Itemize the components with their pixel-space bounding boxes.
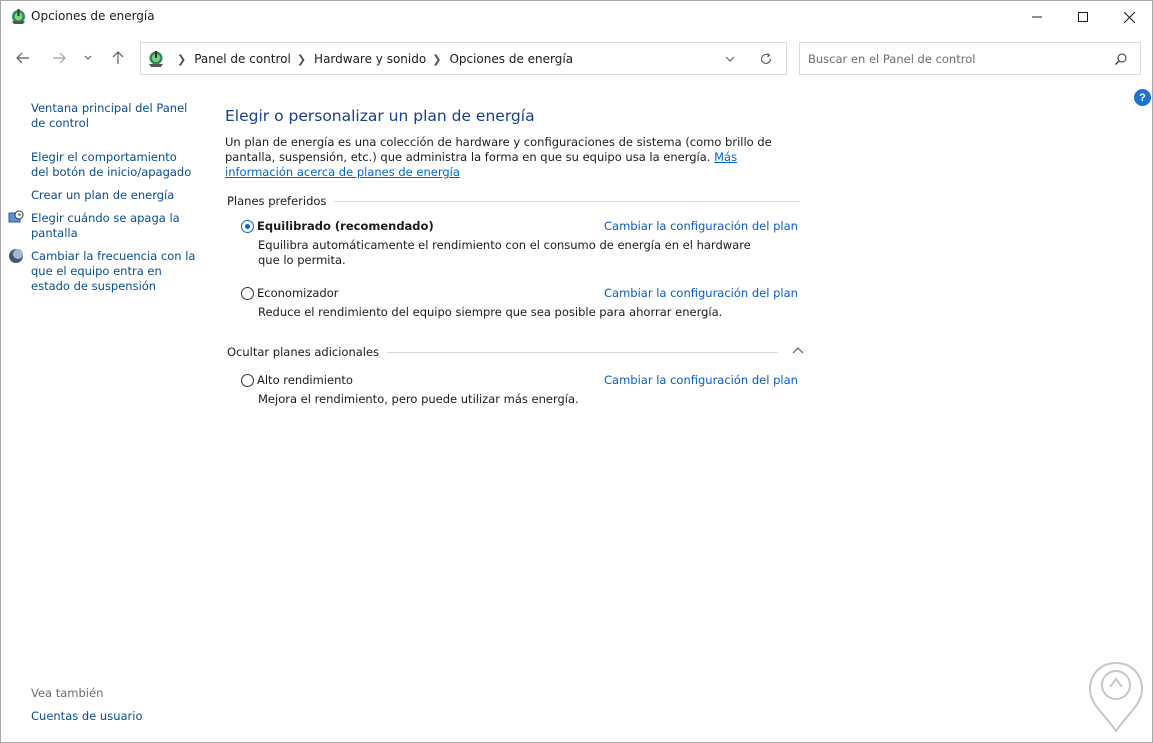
plan-power-saver-change-link[interactable]: Cambiar la configuración del plan	[604, 286, 798, 300]
display-clock-icon	[8, 210, 24, 223]
page-title: Elegir o personalizar un plan de energía	[225, 107, 535, 125]
sidebar: Ventana principal del Panel de control E…	[1, 97, 201, 737]
close-icon	[1123, 11, 1135, 23]
moon-icon	[9, 249, 23, 263]
arrow-left-icon	[16, 52, 29, 64]
watermark-logo	[1088, 661, 1144, 733]
plan-high-performance-radio[interactable]	[241, 374, 254, 387]
plan-high-performance-description: Mejora el rendimiento, pero puede utiliz…	[258, 392, 579, 406]
chevron-down-icon	[84, 55, 92, 60]
sidebar-link-control-panel-home[interactable]: Ventana principal del Panel de control	[31, 101, 196, 131]
plan-balanced-radio[interactable]	[241, 220, 254, 233]
up-button[interactable]	[107, 47, 129, 69]
breadcrumb-power-options[interactable]: Opciones de energía	[449, 52, 573, 66]
breadcrumb: ❯ Panel de control ❯ Hardware y sonido ❯…	[171, 52, 573, 66]
forward-button[interactable]	[48, 47, 70, 69]
plan-balanced-description: Equilibra automáticamente el rendimiento…	[258, 238, 751, 267]
back-button[interactable]	[12, 47, 34, 69]
plan-balanced-change-link[interactable]: Cambiar la configuración del plan	[604, 219, 798, 233]
divider	[334, 200, 800, 202]
breadcrumb-control-panel[interactable]: Panel de control	[194, 52, 291, 66]
arrow-right-icon	[53, 52, 66, 64]
preferred-plans-header: Planes preferidos	[227, 194, 800, 208]
search-input[interactable]	[808, 50, 1108, 68]
plan-power-saver-name[interactable]: Economizador	[257, 286, 339, 300]
refresh-icon[interactable]	[759, 52, 773, 66]
hidden-plans-label[interactable]: Ocultar planes adicionales	[227, 345, 379, 359]
help-icon[interactable]: ?	[1134, 89, 1151, 106]
title-bar: Opciones de energía	[1, 1, 1152, 33]
chevron-right-icon: ❯	[296, 52, 307, 66]
power-options-window: Opciones de energía ❯ Panel de control ❯…	[0, 0, 1153, 743]
maximize-icon	[1078, 12, 1088, 22]
arrow-up-icon	[112, 51, 124, 64]
plan-power-saver-description: Reduce el rendimiento del equipo siempre…	[258, 305, 723, 319]
intro-description: Un plan de energía es una colección de h…	[225, 135, 772, 164]
plan-power-saver-radio[interactable]	[241, 287, 254, 300]
chevron-right-icon: ❯	[177, 52, 187, 66]
minimize-icon	[1032, 16, 1042, 18]
power-options-app-icon	[12, 9, 25, 24]
hidden-plans-header[interactable]: Ocultar planes adicionales	[227, 345, 804, 359]
plan-balanced-name[interactable]: Equilibrado (recomendado)	[257, 219, 434, 233]
minimize-button[interactable]	[1014, 1, 1060, 33]
see-also-label: Vea también	[31, 686, 104, 700]
plan-high-performance-name[interactable]: Alto rendimiento	[257, 373, 353, 387]
recent-locations-button[interactable]	[79, 47, 97, 69]
sidebar-link-power-button[interactable]: Elegir el comportamiento del botón de in…	[31, 150, 196, 180]
maximize-button[interactable]	[1060, 1, 1106, 33]
control-panel-icon	[149, 51, 163, 67]
address-bar[interactable]: ❯ Panel de control ❯ Hardware y sonido ❯…	[140, 42, 787, 75]
chevron-up-icon[interactable]	[791, 344, 805, 358]
sidebar-link-user-accounts[interactable]: Cuentas de usuario	[31, 709, 143, 723]
sidebar-link-create-plan[interactable]: Crear un plan de energía	[31, 188, 196, 203]
search-box[interactable]	[799, 42, 1141, 75]
plan-high-performance-change-link[interactable]: Cambiar la configuración del plan	[604, 373, 798, 387]
chevron-right-icon: ❯	[432, 52, 442, 66]
window-title: Opciones de energía	[31, 9, 155, 23]
sidebar-link-sleep[interactable]: Cambiar la frecuencia con la que el equi…	[31, 249, 196, 294]
search-icon[interactable]	[1114, 52, 1128, 66]
preferred-plans-label: Planes preferidos	[227, 194, 327, 208]
navigation-bar: ❯ Panel de control ❯ Hardware y sonido ❯…	[1, 39, 1152, 79]
address-dropdown-icon[interactable]	[723, 52, 737, 66]
intro-text: Un plan de energía es una colección de h…	[225, 135, 803, 180]
divider	[387, 351, 778, 353]
close-button[interactable]	[1106, 1, 1152, 33]
breadcrumb-hardware-sound[interactable]: Hardware y sonido	[314, 52, 426, 66]
sidebar-link-display-off[interactable]: Elegir cuándo se apaga la pantalla	[31, 211, 196, 241]
